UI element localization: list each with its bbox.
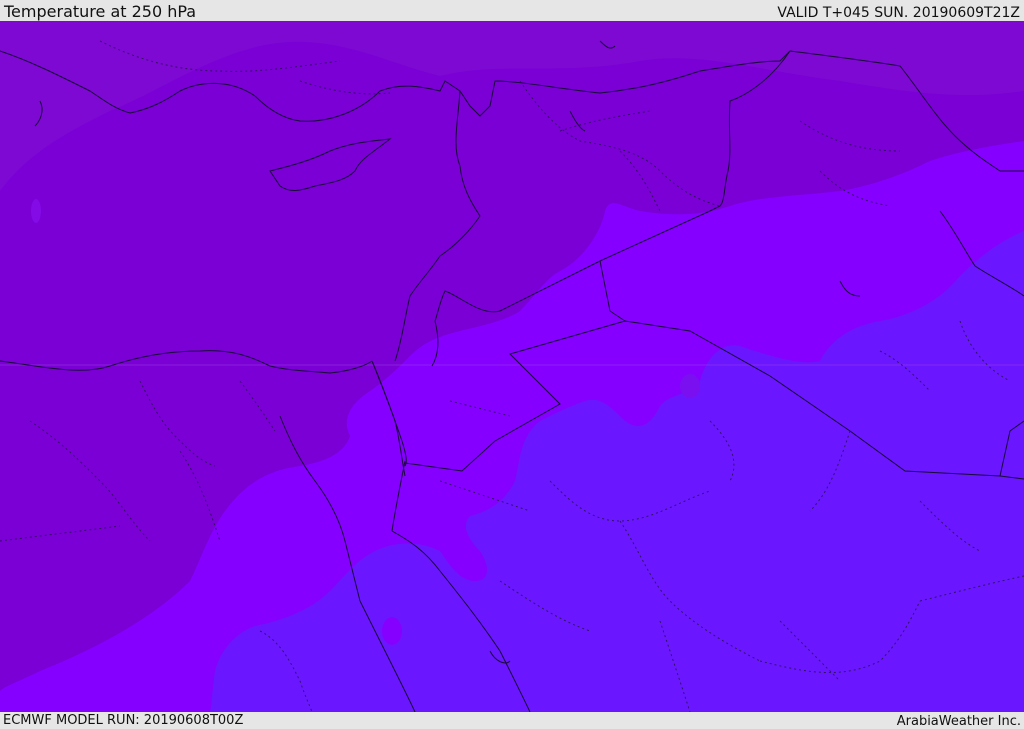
footer-bar: ECMWF MODEL RUN: 20190608T00Z ArabiaWeat… xyxy=(0,712,1024,729)
model-run-label: ECMWF MODEL RUN: 20190608T00Z xyxy=(3,713,244,728)
valid-time: VALID T+045 SUN. 20190609T21Z xyxy=(777,5,1020,21)
temperature-blob xyxy=(680,374,700,398)
temperature-blob xyxy=(597,421,613,445)
map-area[interactable] xyxy=(0,21,1024,712)
temperature-blob xyxy=(382,617,402,645)
credit-label: ArabiaWeather Inc. xyxy=(896,714,1021,729)
map-viewer: Temperature at 250 hPa VALID T+045 SUN. … xyxy=(0,0,1024,729)
map-canvas xyxy=(0,21,1024,712)
header-bar: Temperature at 250 hPa VALID T+045 SUN. … xyxy=(0,0,1024,21)
map-title: Temperature at 250 hPa xyxy=(4,2,197,21)
temperature-blob xyxy=(31,199,41,223)
